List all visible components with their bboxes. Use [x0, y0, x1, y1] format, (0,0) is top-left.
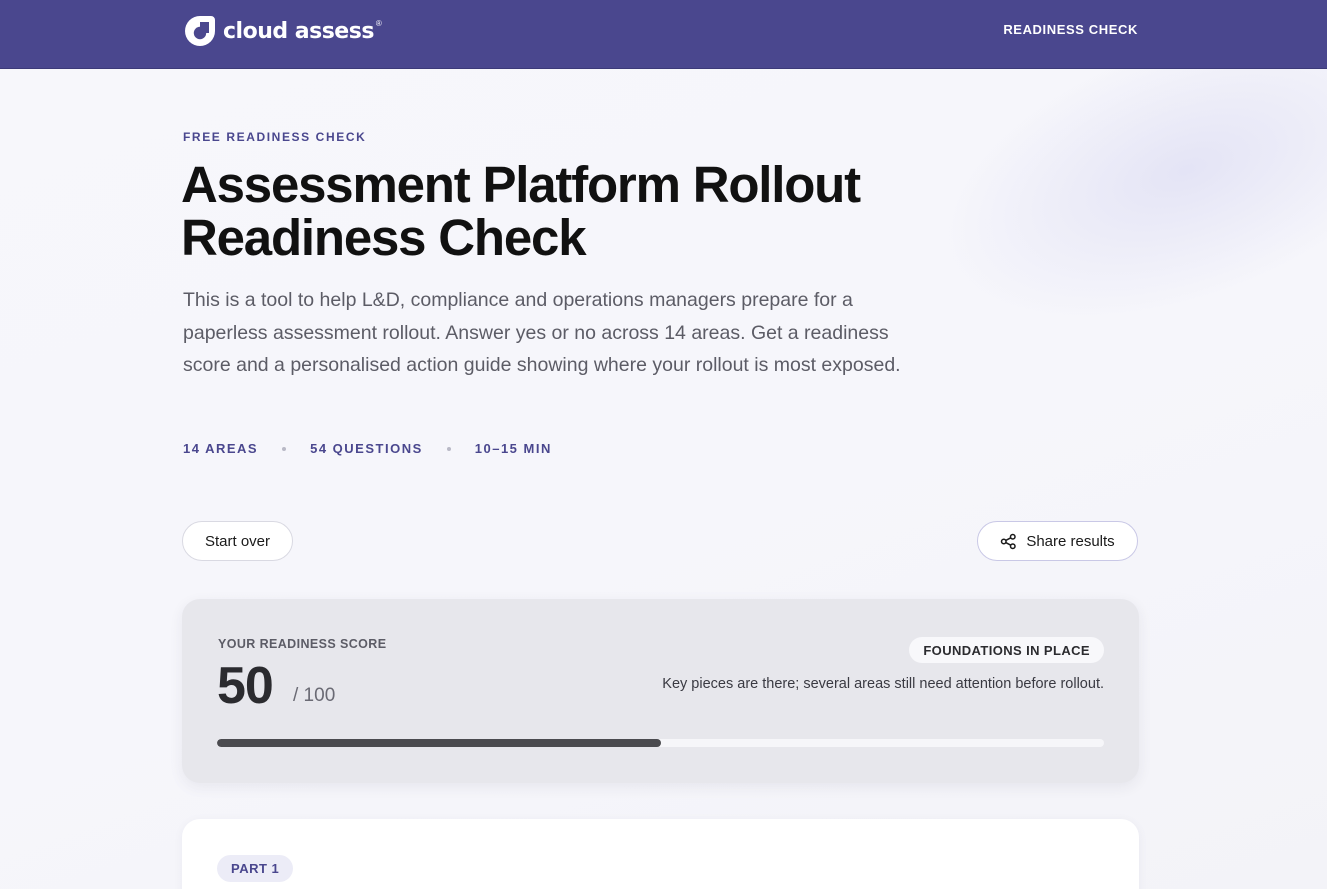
start-over-label: Start over: [204, 532, 271, 550]
share-results-label: Share results: [1026, 532, 1115, 550]
readiness-score-card: YOUR READINESS SCORE 50 / 100 FOUNDATION…: [182, 599, 1139, 783]
meta-duration: 10–15 MIN: [474, 441, 552, 456]
part-badge: PART 1: [217, 855, 294, 882]
intro-text: This is a tool to help L&D, compliance a…: [183, 289, 901, 376]
nav-readiness-check[interactable]: READINESS CHECK: [1003, 22, 1138, 37]
logo-link[interactable]: cloud assess ®: [183, 14, 386, 48]
top-bar: cloud assess ® READINESS CHECK: [0, 0, 1327, 69]
score-value: 50: [217, 657, 274, 715]
share-icon: [1001, 533, 1017, 549]
separator-dot: [282, 446, 287, 451]
score-progress-bar: [217, 739, 1104, 747]
readiness-level-description: Key pieces are there; several areas stil…: [662, 676, 1104, 692]
cloud-assess-logo-icon: [185, 16, 215, 46]
page-title: Assessment Platform Rollout Readiness Ch…: [181, 158, 981, 264]
registered-mark: ®: [375, 18, 382, 28]
logo-text: cloud assess: [223, 18, 374, 44]
separator-dot: [446, 446, 451, 451]
eyebrow-label: FREE READINESS CHECK: [183, 130, 367, 144]
score-label: YOUR READINESS SCORE: [218, 637, 387, 651]
meta-areas: 14 AREAS: [183, 441, 259, 456]
meta-info: 14 AREAS 54 QUESTIONS 10–15 MIN: [183, 441, 552, 456]
readiness-level-badge: FOUNDATIONS IN PLACE: [909, 637, 1104, 663]
page-title-line-2: Readiness Check: [181, 209, 587, 266]
page-title-line-1: Assessment Platform Rollout: [181, 156, 861, 213]
page: cloud assess ® READINESS CHECK FREE READ…: [0, 0, 1327, 889]
score-max: / 100: [293, 685, 336, 706]
meta-questions: 54 QUESTIONS: [310, 441, 423, 456]
start-over-button[interactable]: Start over: [182, 521, 293, 561]
share-results-button[interactable]: Share results: [977, 521, 1138, 561]
score-progress-fill: [217, 739, 661, 747]
part-card: PART 1: [182, 819, 1139, 889]
